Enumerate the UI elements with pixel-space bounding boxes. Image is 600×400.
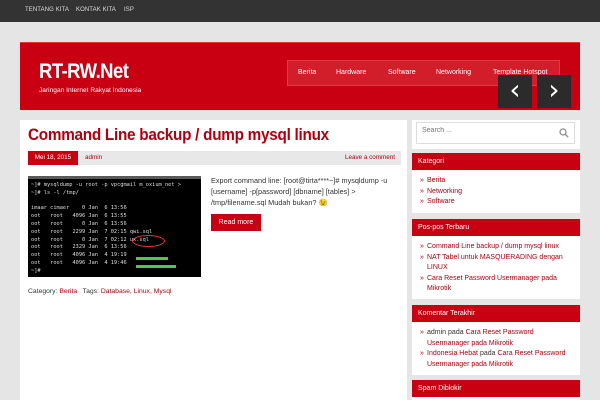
widget-recent-posts: Pos-pos Terbaru Command Line backup / du… xyxy=(412,219,580,299)
search-input[interactable] xyxy=(422,127,552,134)
list-item[interactable]: Software xyxy=(420,197,576,208)
top-bar: TENTANG KITA KONTAK KITA ISP xyxy=(0,0,600,22)
post-excerpt: Export command line: [root@tirta****~]# … xyxy=(211,176,388,207)
topbar-link-tentang-kita[interactable]: TENTANG KITA xyxy=(25,7,69,13)
list-item[interactable]: Cara Reset Password Usermanager pada Mik… xyxy=(420,274,576,295)
terminal-line: oot root 4096 Jan 4 19:19 xyxy=(31,252,127,259)
site-description: Jaringan Internet Rakyat Indonesia xyxy=(39,87,142,94)
leave-comment-link[interactable]: Leave a comment xyxy=(345,154,395,161)
widget-spam-blocked: Spam Diblokir xyxy=(412,380,580,400)
post-author[interactable]: admin xyxy=(85,154,102,161)
post-date[interactable]: Mei 18, 2015 xyxy=(28,151,78,165)
terminal-line: oot root 2329 Jan 6 13:56 xyxy=(31,244,127,251)
terminal-line: oot root 0 Jan 6 13:56 xyxy=(31,220,127,227)
recent-posts-list: Command Line backup / dump mysql linux N… xyxy=(420,242,576,295)
tag-link[interactable]: Database xyxy=(101,288,130,295)
comment-on: pada xyxy=(448,329,464,336)
slider-prev-button[interactable]: ‹ xyxy=(498,75,532,108)
post-title[interactable]: Command Line backup / dump mysql linux xyxy=(28,125,329,145)
terminal-line: oot root 2299 Jan 7 02:15 qwi.sql xyxy=(31,228,153,235)
comment-author[interactable]: Indonesia Hebat xyxy=(427,350,478,357)
search-icon[interactable] xyxy=(559,128,569,138)
recent-comments-list: admin pada Cara Reset Password Usermanag… xyxy=(420,328,576,370)
terminal-highlight-bar xyxy=(136,257,168,260)
terminal-line: ~]# ls -l /tmp/ xyxy=(31,189,79,196)
widget-recent-comments: Komentar Terakhir admin pada Cara Reset … xyxy=(412,305,580,375)
site-header: RT-RW.Net Jaringan Internet Rakyat Indon… xyxy=(20,42,580,110)
widget-title: Kategori xyxy=(412,153,580,170)
post-article: Command Line backup / dump mysql linux M… xyxy=(20,120,407,400)
post-thumbnail[interactable]: ~]# mysqldump -u root -p vpcgmail m_oxiu… xyxy=(28,176,201,277)
terminal-highlight-bar xyxy=(136,265,176,268)
post-footer: Category: Berita Tags: Database, Linux, … xyxy=(28,288,172,295)
read-more-button[interactable]: Read more xyxy=(211,214,261,231)
widget-title: Pos-pos Terbaru xyxy=(412,219,580,236)
tags-label: Tags: xyxy=(82,288,99,295)
list-item[interactable]: Networking xyxy=(420,187,576,198)
nav-item-software[interactable]: Software xyxy=(388,69,416,76)
tag-link[interactable]: Mysql xyxy=(154,288,172,295)
slider-next-button[interactable]: › xyxy=(537,75,571,108)
category-link[interactable]: Berita xyxy=(59,288,77,295)
topbar-link-kontak-kita[interactable]: KONTAK KITA xyxy=(76,7,116,13)
search-widget xyxy=(412,120,580,149)
terminal-line: oot root 4096 Jan 6 13:55 xyxy=(31,213,127,220)
list-item[interactable]: NAT Tabel untuk MASQUERADING dengan LINU… xyxy=(420,253,576,274)
highlight-circle xyxy=(132,235,165,247)
post-meta-bar: Mei 18, 2015 admin Leave a comment xyxy=(28,151,401,165)
list-item[interactable]: Berita xyxy=(420,176,576,187)
category-list: Berita Networking Software xyxy=(420,176,576,208)
terminal-line: ~]# mysqldump -u root -p vpcgmail m_oxiu… xyxy=(31,182,181,188)
terminal-line: oot root 4096 Jan 4 19:46 xyxy=(31,259,127,266)
widget-title: Komentar Terakhir xyxy=(412,305,580,322)
category-label: Category: xyxy=(28,288,58,295)
tag-link[interactable]: Linux xyxy=(134,288,150,295)
topbar-link-isp[interactable]: ISP xyxy=(124,7,134,13)
list-item[interactable]: Command Line backup / dump mysql linux xyxy=(420,242,576,253)
nav-item-hardware[interactable]: Hardware xyxy=(336,69,366,76)
search-box xyxy=(416,122,575,144)
nav-item-berita[interactable]: Berita xyxy=(298,69,316,76)
terminal-line: ~]# xyxy=(31,267,41,274)
list-item: admin pada Cara Reset Password Usermanag… xyxy=(420,328,576,349)
site-title[interactable]: RT-RW.Net xyxy=(39,60,129,84)
terminal-line: imaar cimaer 0 Jan 6 13:56 xyxy=(31,205,127,212)
widget-title: Spam Diblokir xyxy=(412,380,580,397)
widget-kategori: Kategori Berita Networking Software xyxy=(412,153,580,213)
nav-item-networking[interactable]: Networking xyxy=(436,69,471,76)
comment-on: pada xyxy=(479,350,496,357)
list-item: Indonesia Hebat pada Cara Reset Password… xyxy=(420,349,576,370)
comment-author: admin xyxy=(427,329,447,336)
